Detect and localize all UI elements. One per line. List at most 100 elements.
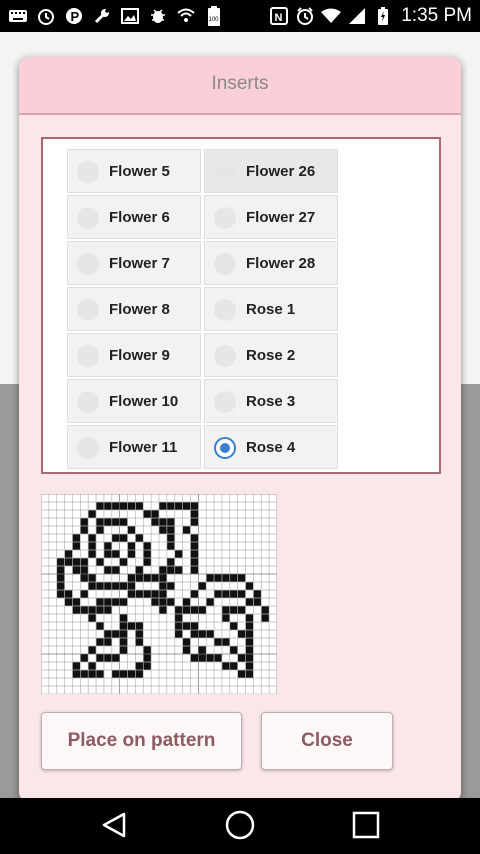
pattern-cell <box>103 630 112 638</box>
pattern-cell <box>190 534 199 542</box>
pattern-cell <box>88 510 97 518</box>
pattern-cell <box>159 526 167 534</box>
wifi-icon <box>321 6 342 26</box>
close-button[interactable]: Close <box>261 712 393 770</box>
pattern-cell <box>80 566 89 574</box>
radio-unselected-icon[interactable] <box>214 345 236 367</box>
list-item[interactable]: Flower 11 <box>67 425 201 469</box>
pattern-cell <box>127 590 136 598</box>
radio-unselected-icon[interactable] <box>77 161 99 183</box>
home-icon[interactable] <box>225 810 255 845</box>
pattern-cell <box>111 582 120 590</box>
inserts-dialog: Inserts Flower 5 Flower 6 Flower 7 Flower 8… <box>19 57 461 802</box>
list-item[interactable]: Flower 7 <box>67 241 201 285</box>
list-item[interactable]: Rose 3 <box>204 379 338 423</box>
radio-unselected-icon[interactable] <box>214 207 236 229</box>
pattern-cell <box>135 630 144 638</box>
pattern-cell <box>166 534 175 542</box>
pattern-cell <box>111 518 120 526</box>
pattern-cell <box>111 534 120 542</box>
pattern-cell <box>135 502 144 510</box>
pattern-cell <box>159 566 167 574</box>
pattern-cell <box>206 598 215 606</box>
radio-unselected-icon[interactable] <box>77 299 99 321</box>
pattern-cell <box>80 590 89 598</box>
pattern-cell <box>245 670 254 678</box>
pattern-cell <box>88 614 97 622</box>
pattern-cell <box>72 598 81 606</box>
radio-unselected-icon[interactable] <box>214 299 236 321</box>
list-item[interactable]: Flower 28 <box>204 241 338 285</box>
pattern-cell <box>135 566 144 574</box>
inserts-list[interactable]: Flower 5 Flower 6 Flower 7 Flower 8 Flower 9… <box>41 137 441 474</box>
battery-charging-icon <box>373 6 393 26</box>
pattern-cell <box>166 598 175 606</box>
list-item[interactable]: Flower 8 <box>67 287 201 331</box>
pattern-cell <box>127 502 136 510</box>
pattern-cell <box>88 550 97 558</box>
pattern-cell <box>119 534 128 542</box>
radio-unselected-icon[interactable] <box>214 161 236 183</box>
pattern-cell <box>127 670 136 678</box>
pattern-preview <box>41 494 277 694</box>
pattern-cell <box>96 670 104 678</box>
pattern-cell <box>182 638 191 646</box>
pattern-cell <box>237 574 246 582</box>
pattern-cell <box>166 566 175 574</box>
list-item-label: Rose 1 <box>246 301 296 318</box>
list-item[interactable]: Flower 6 <box>67 195 201 239</box>
recent-apps-icon[interactable] <box>352 811 380 844</box>
pattern-cell <box>206 630 215 638</box>
pattern-cell <box>182 502 191 510</box>
pattern-cell <box>237 670 246 678</box>
list-item[interactable]: Rose 2 <box>204 333 338 377</box>
pattern-cell <box>135 638 144 646</box>
pattern-cell <box>166 582 175 590</box>
system-icons: N 1:35 PM <box>269 6 472 26</box>
pattern-cell <box>182 646 191 654</box>
list-item[interactable]: Rose 1 <box>204 287 338 331</box>
radio-unselected-icon[interactable] <box>77 391 99 413</box>
navigation-bar <box>0 798 480 854</box>
pattern-cell <box>119 558 128 566</box>
list-item[interactable]: Rose 4 <box>204 425 338 469</box>
pattern-cell <box>56 558 65 566</box>
pattern-cell <box>103 654 112 662</box>
list-item-label: Rose 4 <box>246 439 296 456</box>
radio-unselected-icon[interactable] <box>77 345 99 367</box>
list-item[interactable]: Flower 27 <box>204 195 338 239</box>
pattern-cell <box>96 518 104 526</box>
pattern-cell <box>198 646 207 654</box>
pattern-cell <box>174 566 183 574</box>
pattern-cell <box>135 534 144 542</box>
list-item[interactable]: Flower 9 <box>67 333 201 377</box>
list-item[interactable]: Flower 10 <box>67 379 201 423</box>
list-item[interactable]: Flower 26 <box>204 149 338 193</box>
list-item[interactable]: Flower 5 <box>67 149 201 193</box>
pattern-cell <box>190 590 199 598</box>
pattern-cell <box>96 606 104 614</box>
pattern-cell <box>245 638 254 646</box>
pattern-cell <box>214 638 222 646</box>
radio-unselected-icon[interactable] <box>77 207 99 229</box>
pattern-cell <box>88 646 97 654</box>
pattern-cell <box>261 614 270 622</box>
pattern-cell <box>135 574 144 582</box>
clock: 1:35 PM <box>401 5 472 26</box>
place-on-pattern-button[interactable]: Place on pattern <box>41 712 242 770</box>
radio-unselected-icon[interactable] <box>214 391 236 413</box>
status-bar: P 100 N 1:35 PM <box>0 0 480 32</box>
pattern-cell <box>103 598 112 606</box>
pattern-cell <box>151 518 159 526</box>
pattern-cell <box>88 582 97 590</box>
pattern-cell <box>206 654 215 662</box>
radio-unselected-icon[interactable] <box>214 253 236 275</box>
radio-unselected-icon[interactable] <box>77 437 99 459</box>
pattern-cell <box>119 518 128 526</box>
pattern-cell <box>190 654 199 662</box>
pattern-cell <box>237 630 246 638</box>
pattern-cell <box>80 670 89 678</box>
back-icon[interactable] <box>100 810 130 845</box>
radio-unselected-icon[interactable] <box>77 253 99 275</box>
radio-selected-icon[interactable] <box>214 437 236 459</box>
